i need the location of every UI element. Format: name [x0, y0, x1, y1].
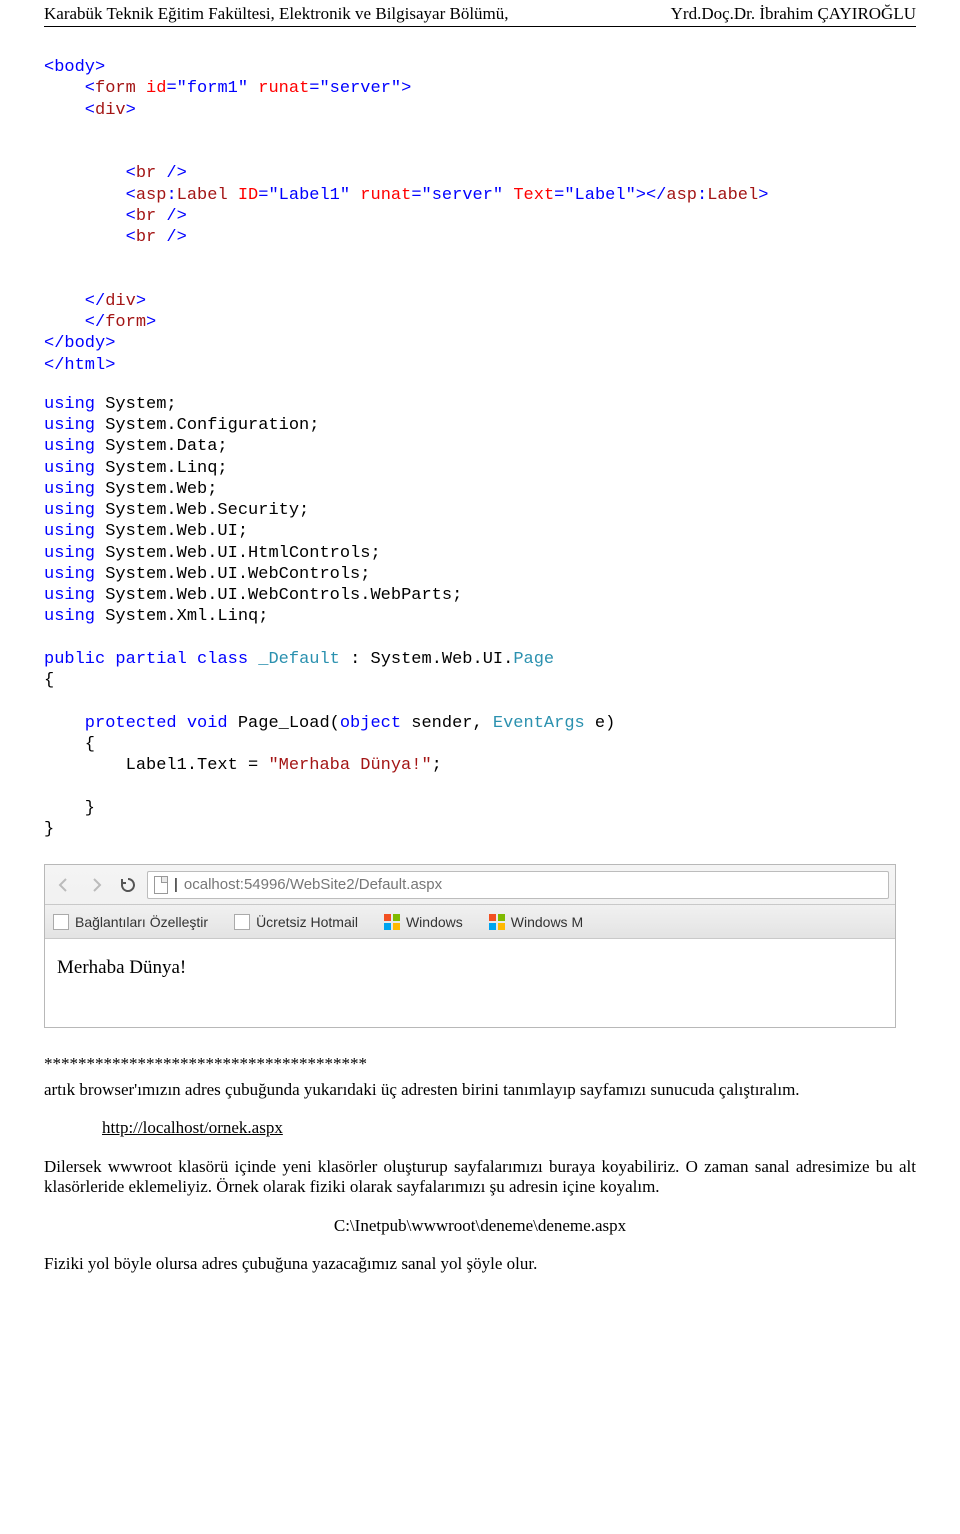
header-left: Karabük Teknik Eğitim Fakültesi, Elektro…	[44, 4, 509, 24]
bookmark-label: Windows	[406, 914, 463, 930]
address-bar[interactable]: |ocalhost:54996/WebSite2/Default.aspx	[147, 871, 889, 899]
code-block-csharp: using System; using System.Configuration…	[44, 394, 916, 840]
reload-icon[interactable]	[115, 872, 141, 898]
bookmark-item[interactable]: Ücretsiz Hotmail	[234, 914, 358, 930]
page-icon	[154, 876, 168, 894]
header-right: Yrd.Doç.Dr. İbrahim ÇAYIROĞLU	[671, 4, 916, 24]
paragraph: Dilersek wwwroot klasörü içinde yeni kla…	[44, 1157, 916, 1198]
path-text: C:\Inetpub\wwwroot\deneme\deneme.aspx	[44, 1216, 916, 1236]
forward-icon[interactable]	[83, 872, 109, 898]
bookmark-item[interactable]: Bağlantıları Özelleştir	[53, 914, 208, 930]
browser-viewport: Merhaba Dünya!	[45, 939, 895, 1027]
windows-icon	[384, 914, 400, 930]
bookmark-item[interactable]: Windows	[384, 914, 463, 930]
paragraph: Fiziki yol böyle olursa adres çubuğuna y…	[44, 1254, 916, 1274]
bookmark-icon	[234, 914, 250, 930]
example-link[interactable]: http://localhost/ornek.aspx	[102, 1118, 916, 1138]
page-output: Merhaba Dünya!	[57, 957, 186, 978]
code-block-html: <body> <form id="form1" runat="server"> …	[44, 57, 916, 376]
code-line: <body>	[44, 58, 105, 77]
windows-icon	[489, 914, 505, 930]
bookmark-icon	[53, 914, 69, 930]
bookmark-label: Ücretsiz Hotmail	[256, 914, 358, 930]
browser-toolbar: |ocalhost:54996/WebSite2/Default.aspx	[45, 865, 895, 905]
paragraph: artık browser'ımızın adres çubuğunda yuk…	[44, 1080, 916, 1100]
page-header: Karabük Teknik Eğitim Fakültesi, Elektro…	[44, 0, 916, 27]
url-text: ocalhost:54996/WebSite2/Default.aspx	[184, 876, 442, 893]
browser-screenshot: |ocalhost:54996/WebSite2/Default.aspx Ba…	[44, 864, 896, 1028]
bookmarks-bar: Bağlantıları Özelleştir Ücretsiz Hotmail…	[45, 905, 895, 939]
separator-stars: **************************************	[44, 1054, 916, 1074]
back-icon[interactable]	[51, 872, 77, 898]
bookmark-label: Bağlantıları Özelleştir	[75, 914, 208, 930]
bookmark-item[interactable]: Windows M	[489, 914, 583, 930]
bookmark-label: Windows M	[511, 914, 583, 930]
